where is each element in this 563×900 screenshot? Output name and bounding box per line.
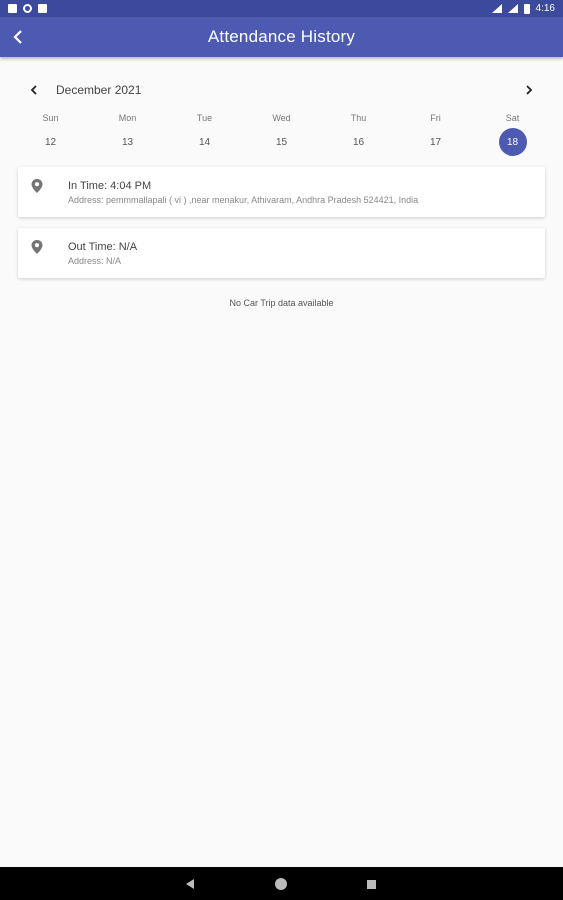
- system-nav-bar: [0, 867, 563, 900]
- week-strip: Sun 12 Mon 13 Tue 14 Wed 15 Thu 16 Fri 1…: [12, 110, 551, 158]
- month-label: December 2021: [56, 83, 142, 97]
- chevron-right-icon: [526, 85, 533, 95]
- location-pin-icon: [31, 179, 43, 193]
- notification-icon: [8, 4, 17, 13]
- out-time-card: Out Time: N/A Address: N/A: [18, 228, 545, 278]
- out-address-label: Address: N/A: [68, 256, 122, 266]
- day-column: Sun 12: [12, 110, 89, 158]
- date-cell[interactable]: 13: [114, 128, 142, 156]
- chevron-left-icon: [30, 85, 37, 95]
- day-of-week-label: Sat: [505, 113, 520, 123]
- day-column: Wed 15: [243, 110, 320, 158]
- month-navigator: December 2021: [0, 80, 563, 100]
- in-time-label: In Time: 4:04 PM: [68, 180, 152, 192]
- day-of-week-label: Sun: [42, 113, 59, 123]
- app-bar: Attendance History: [0, 17, 563, 57]
- location-pin-icon: [31, 240, 43, 254]
- day-of-week-label: Wed: [272, 113, 291, 123]
- date-cell[interactable]: 15: [268, 128, 296, 156]
- day-column: Fri 17: [397, 110, 474, 158]
- day-column: Mon 13: [89, 110, 166, 158]
- out-time-label: Out Time: N/A: [68, 241, 138, 253]
- back-arrow-icon: [13, 30, 22, 44]
- day-of-week-label: Mon: [118, 113, 137, 123]
- date-cell[interactable]: 14: [191, 128, 219, 156]
- previous-week-button[interactable]: [26, 82, 42, 98]
- wifi-icon: [491, 4, 502, 13]
- sim-card-icon: [38, 4, 47, 13]
- battery-icon: [523, 3, 530, 14]
- date-cell[interactable]: 17: [422, 128, 450, 156]
- in-time-card: In Time: 4:04 PM Address: pemmmallapali …: [18, 167, 545, 217]
- page-title: Attendance History: [207, 27, 356, 46]
- status-left: [8, 4, 47, 13]
- status-bar: 4:16: [0, 0, 563, 17]
- back-button[interactable]: [6, 25, 30, 49]
- day-column: Thu 16: [320, 110, 397, 158]
- next-week-button[interactable]: [521, 82, 537, 98]
- empty-state-message: No Car Trip data available: [229, 298, 334, 308]
- day-column: Sat 18: [474, 110, 551, 158]
- in-address-label: Address: pemmmallapali ( vi ) ,near mena…: [68, 195, 419, 205]
- nav-recents-icon[interactable]: [367, 880, 376, 889]
- day-of-week-label: Fri: [430, 113, 441, 123]
- day-of-week-label: Tue: [196, 113, 213, 123]
- selected-date-cell[interactable]: 18: [498, 128, 527, 156]
- day-of-week-label: Thu: [350, 113, 367, 123]
- date-cell[interactable]: 16: [345, 128, 373, 156]
- day-column: Tue 14: [166, 110, 243, 158]
- date-cell[interactable]: 12: [37, 128, 65, 156]
- status-right: 4:16: [491, 3, 555, 14]
- signal-icon: [507, 4, 518, 13]
- sync-icon: [23, 4, 32, 13]
- nav-home-icon[interactable]: [275, 878, 287, 890]
- nav-back-icon[interactable]: [186, 879, 194, 889]
- status-time: 4:16: [535, 3, 555, 14]
